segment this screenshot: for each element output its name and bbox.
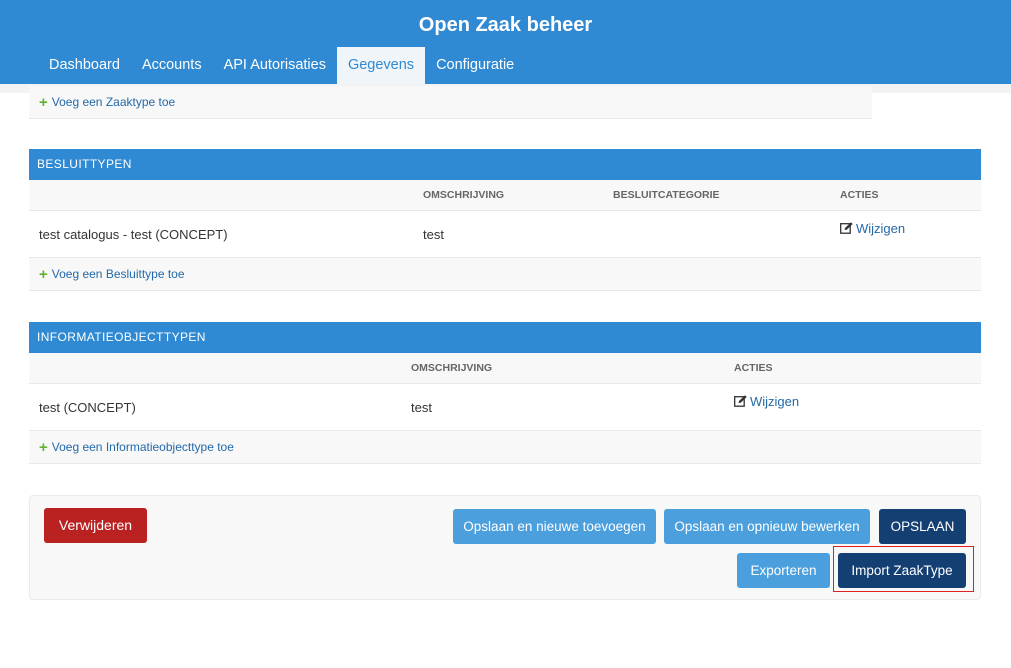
zaaktypen-add-row: + Voeg een Zaaktype toe — [29, 86, 872, 119]
add-informatieobjecttype-label: Voeg een Informatieobjecttype toe — [51, 440, 234, 454]
edit-icon — [840, 222, 853, 234]
plus-icon: + — [39, 266, 48, 283]
informatieobjecttype-name: test (CONCEPT) — [39, 400, 136, 415]
informatieobjecttype-edit-link[interactable]: Wijzigen — [734, 394, 799, 409]
save-button[interactable]: OPSLAAN — [879, 509, 966, 544]
informatieobjecttypen-add-row: + Voeg een Informatieobjecttype toe — [29, 431, 981, 464]
nav-item-configuratie[interactable]: Configuratie — [425, 47, 525, 84]
delete-button[interactable]: Verwijderen — [44, 508, 147, 543]
besluittype-name: test catalogus - test (CONCEPT) — [39, 227, 228, 242]
add-informatieobjecttype-link[interactable]: + Voeg een Informatieobjecttype toe — [39, 439, 234, 456]
informatieobjecttype-omschrijving: test — [411, 400, 432, 415]
save-add-another-button[interactable]: Opslaan en nieuwe toevoegen — [453, 509, 656, 544]
besluittypen-add-row: + Voeg een Besluittype toe — [29, 258, 981, 291]
besluittype-omschrijving: test — [423, 227, 444, 242]
add-besluittype-link[interactable]: + Voeg een Besluittype toe — [39, 266, 185, 283]
informatieobjecttypen-caption: INFORMATIEOBJECTTYPEN — [29, 322, 981, 353]
column-header-acties: ACTIES — [734, 362, 773, 374]
add-zaaktype-link[interactable]: + Voeg een Zaaktype toe — [39, 94, 175, 111]
column-header-omschrijving: OMSCHRIJVING — [423, 189, 505, 201]
table-row: test (CONCEPT) test Wijzigen — [29, 384, 981, 431]
add-besluittype-label: Voeg een Besluittype toe — [51, 267, 185, 281]
site-title[interactable]: Open Zaak beheer — [0, 14, 1011, 37]
nav-item-api-autorisaties[interactable]: API Autorisaties — [213, 47, 337, 84]
main-nav: Dashboard Accounts API Autorisaties Gege… — [38, 47, 525, 84]
header: Open Zaak beheer Dashboard Accounts API … — [0, 0, 1011, 84]
plus-icon: + — [39, 439, 48, 456]
submit-row: Verwijderen Opslaan en nieuwe toevoegen … — [29, 495, 981, 600]
edit-label: Wijzigen — [750, 394, 800, 409]
column-header-acties: ACTIES — [840, 189, 879, 201]
plus-icon: + — [39, 94, 48, 111]
nav-item-dashboard[interactable]: Dashboard — [38, 47, 131, 84]
export-button[interactable]: Exporteren — [737, 553, 830, 588]
highlight-box — [833, 546, 974, 592]
table-row: test catalogus - test (CONCEPT) test Wij… — [29, 211, 981, 258]
column-header-besluitcategorie: BESLUITCATEGORIE — [613, 189, 720, 201]
column-header-omschrijving: OMSCHRIJVING — [411, 362, 493, 374]
informatieobjecttypen-module: INFORMATIEOBJECTTYPEN OMSCHRIJVING ACTIE… — [29, 322, 981, 464]
besluittypen-caption: BESLUITTYPEN — [29, 149, 981, 180]
add-zaaktype-label: Voeg een Zaaktype toe — [51, 95, 176, 109]
informatieobjecttypen-table-header: OMSCHRIJVING ACTIES — [29, 353, 981, 384]
save-continue-button[interactable]: Opslaan en opnieuw bewerken — [664, 509, 870, 544]
besluittypen-table-header: OMSCHRIJVING BESLUITCATEGORIE ACTIES — [29, 180, 981, 211]
besluittype-edit-link[interactable]: Wijzigen — [840, 221, 905, 236]
nav-item-gegevens[interactable]: Gegevens — [336, 47, 426, 84]
edit-icon — [734, 395, 747, 407]
edit-label: Wijzigen — [856, 221, 906, 236]
besluittypen-module: BESLUITTYPEN OMSCHRIJVING BESLUITCATEGOR… — [29, 149, 981, 291]
nav-item-accounts[interactable]: Accounts — [131, 47, 213, 84]
